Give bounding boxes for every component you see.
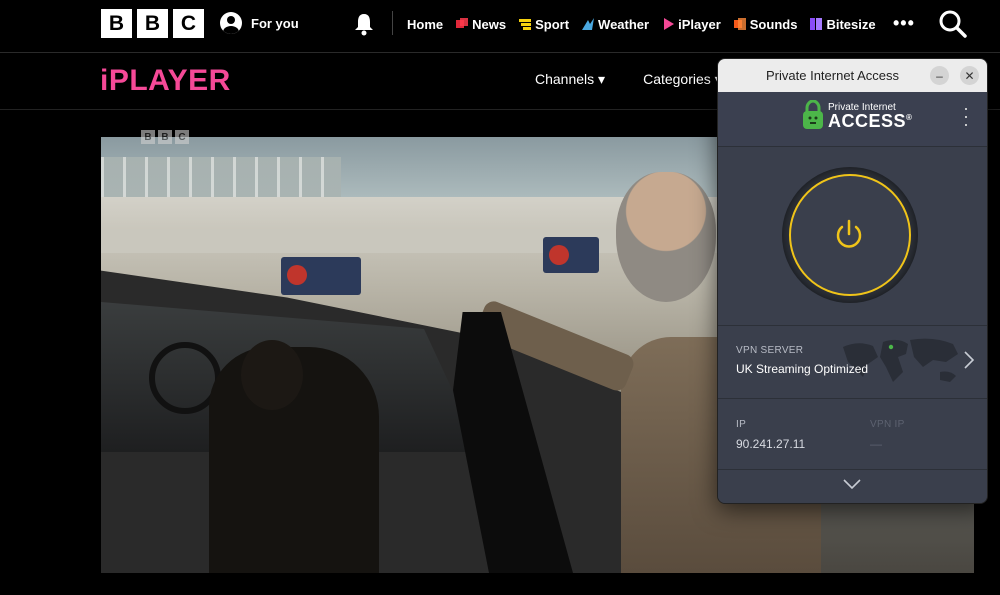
nav-sounds[interactable]: Sounds xyxy=(733,16,798,32)
bbc-logo-letter: B xyxy=(101,9,132,38)
nav-links: Home News Sport Weather iPlayer Sounds B… xyxy=(407,0,876,48)
nav-weather[interactable]: Weather xyxy=(582,17,649,32)
nav-iplayer-label: iPlayer xyxy=(678,16,721,32)
pia-titlebar[interactable]: Private Internet Access – ✕ xyxy=(718,59,987,92)
minimize-button[interactable]: – xyxy=(930,66,949,85)
nav-news[interactable]: News xyxy=(456,17,506,32)
bell-icon[interactable] xyxy=(353,12,375,36)
nav-home[interactable]: Home xyxy=(407,17,443,32)
ip-row: IP 90.241.27.11 VPN IP — xyxy=(718,399,987,470)
pia-window: Private Internet Access – ✕ Private Inte… xyxy=(717,58,988,504)
weather-icon xyxy=(582,18,595,30)
vpn-ip-value: — xyxy=(870,437,882,451)
vpn-server-row[interactable]: VPN SERVER UK Streaming Optimized xyxy=(718,326,987,399)
nav-weather-label: Weather xyxy=(598,16,650,32)
pia-window-title: Private Internet Access xyxy=(766,68,899,83)
account-icon xyxy=(220,12,242,34)
bbc-logo-letter: B xyxy=(137,9,168,38)
watermark-letter: B xyxy=(141,130,155,144)
iplayer-menu: Channels ▾ Categories ▾ xyxy=(535,71,722,88)
pia-menu-icon[interactable]: · · · xyxy=(963,99,969,133)
vpn-ip-label: VPN IP xyxy=(870,419,905,430)
pia-brand-registered: ® xyxy=(906,113,913,122)
bbc-logo-letter: C xyxy=(173,9,204,38)
vpn-server-value: UK Streaming Optimized xyxy=(736,362,869,376)
nav-bitesize[interactable]: Bitesize xyxy=(810,16,876,32)
video-scene-person-head xyxy=(616,172,716,302)
pia-footer xyxy=(718,470,987,503)
bbc-watermark: B B C xyxy=(141,130,189,144)
sounds-icon xyxy=(733,18,746,30)
nav-divider xyxy=(392,11,393,35)
video-scene-railing xyxy=(101,157,341,197)
bbc-logo[interactable]: B B C xyxy=(101,9,204,38)
for-you-link[interactable]: For you xyxy=(220,12,299,34)
for-you-label: For you xyxy=(251,15,299,31)
nav-sport[interactable]: Sport xyxy=(519,17,569,32)
vpn-server-label: VPN SERVER xyxy=(736,345,804,356)
chevron-right-icon xyxy=(964,351,975,369)
pia-connect-area xyxy=(718,147,987,326)
pia-brand-big: ACCESS® xyxy=(828,111,912,132)
pia-lock-logo-icon xyxy=(803,100,823,129)
nav-bitesize-label: Bitesize xyxy=(826,16,876,32)
chevron-down-icon[interactable] xyxy=(842,478,862,490)
nav-home-label: Home xyxy=(407,16,444,32)
video-scene-sign xyxy=(281,257,361,295)
pia-brand-word: ACCESS xyxy=(828,111,907,131)
search-icon[interactable] xyxy=(938,9,968,39)
bbc-top-nav: B B C For you Home News Sport Weather iP… xyxy=(0,0,1000,53)
iplayer-logo[interactable]: iPLAYER xyxy=(100,64,231,98)
news-icon xyxy=(456,18,469,28)
channels-dropdown[interactable]: Channels ▾ xyxy=(535,71,605,88)
iplayer-icon xyxy=(664,18,675,30)
power-icon xyxy=(836,219,862,248)
more-menu-button[interactable]: ••• xyxy=(893,13,915,34)
nav-sport-label: Sport xyxy=(535,16,570,32)
video-scene-person-head xyxy=(241,340,303,410)
video-scene-sign xyxy=(543,237,599,273)
nav-sounds-label: Sounds xyxy=(749,16,798,32)
pia-header: Private Internet ACCESS® · · · xyxy=(718,92,987,147)
sport-icon xyxy=(519,19,532,30)
close-button[interactable]: ✕ xyxy=(960,66,979,85)
ip-label: IP xyxy=(736,419,747,430)
categories-dropdown[interactable]: Categories ▾ xyxy=(643,71,722,88)
ip-value: 90.241.27.11 xyxy=(736,437,806,451)
nav-iplayer[interactable]: iPlayer xyxy=(662,17,721,32)
watermark-letter: C xyxy=(175,130,189,144)
bitesize-icon xyxy=(810,18,823,30)
nav-news-label: News xyxy=(472,16,507,32)
watermark-letter: B xyxy=(158,130,172,144)
